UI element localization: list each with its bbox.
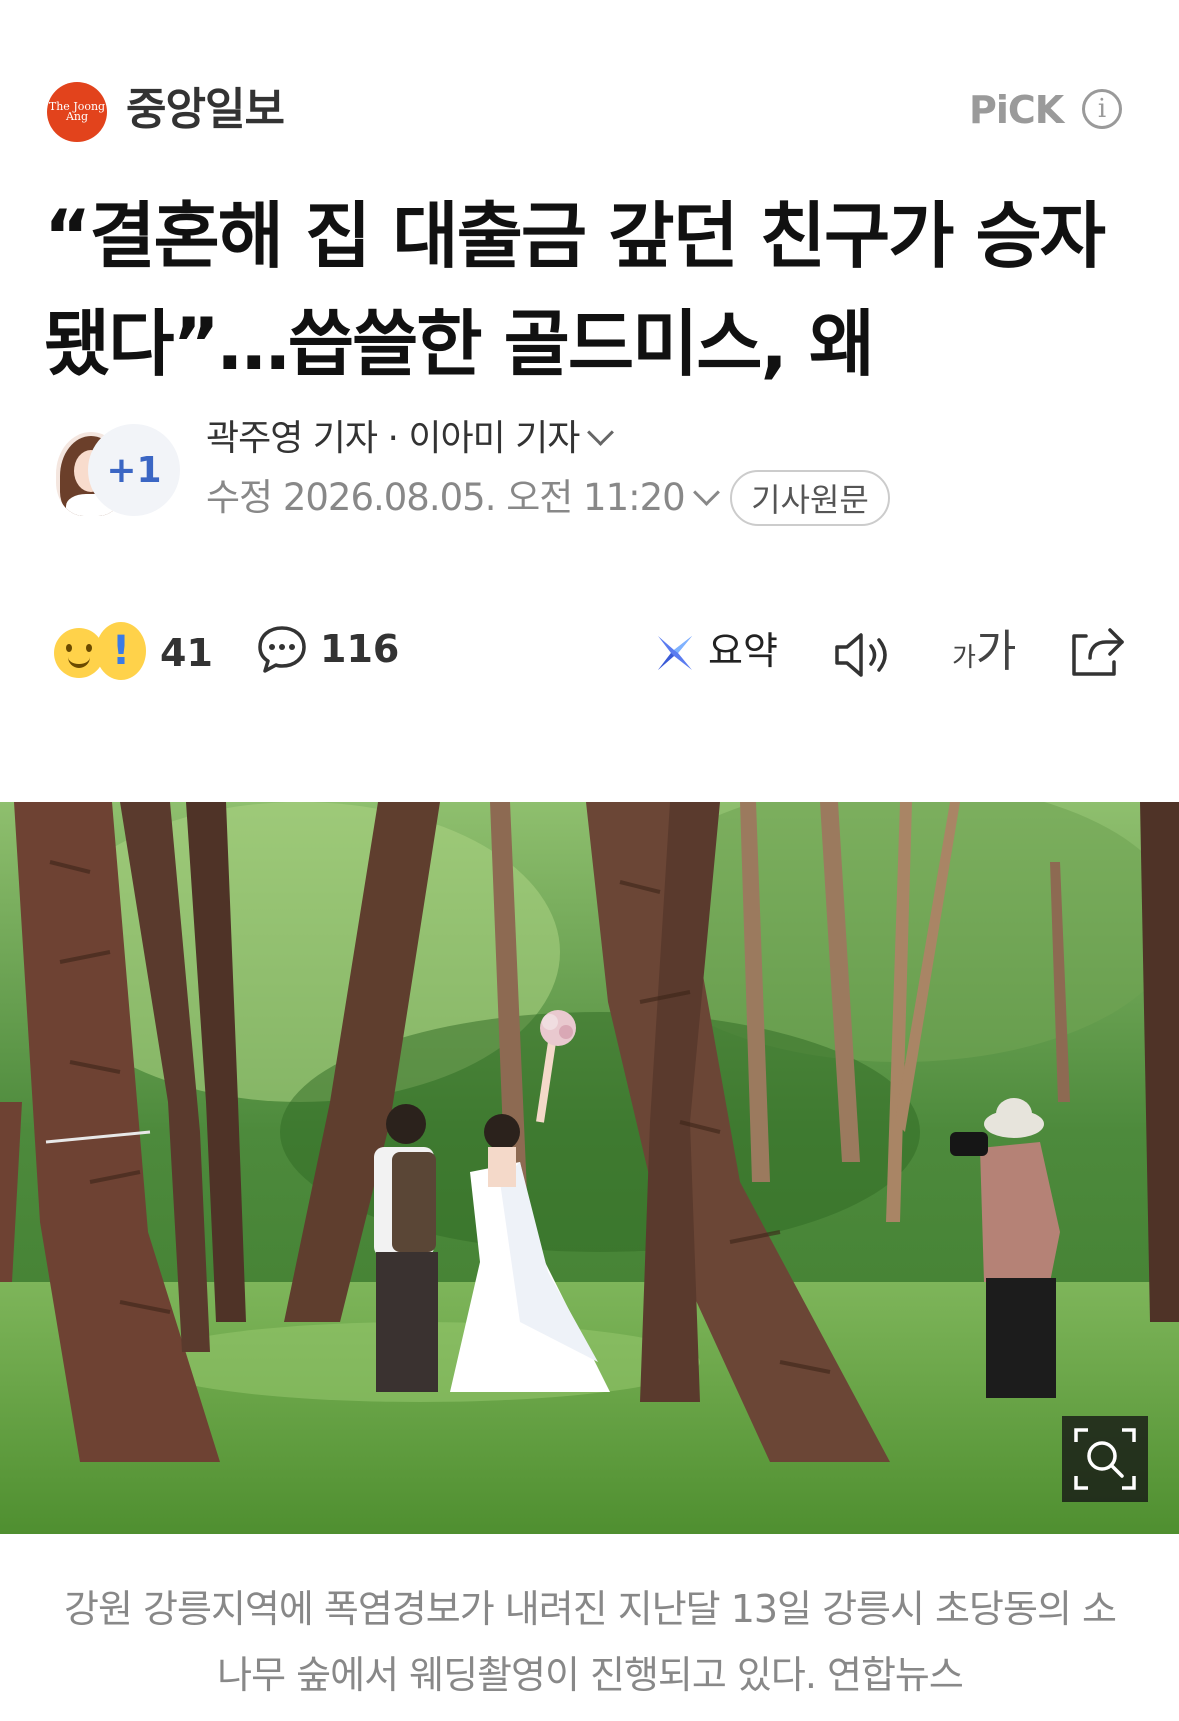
chevron-down-icon[interactable] xyxy=(692,479,720,506)
font-small-glyph: 가 xyxy=(952,643,976,673)
reaction-icon[interactable] xyxy=(54,628,104,678)
pick-badge: PiCK xyxy=(969,88,1064,132)
font-size-icon[interactable]: 가가 xyxy=(952,624,1016,689)
comment-icon[interactable] xyxy=(256,624,308,676)
modified-date-text: 수정 2026.08.05. 오전 11:20 xyxy=(206,476,686,519)
reporter-names[interactable]: 곽주영 기자 · 이아미 기자 xyxy=(206,414,615,464)
zoom-icon xyxy=(1074,1428,1136,1490)
reaction-count[interactable]: 41 xyxy=(160,628,213,678)
article-headline: “결혼해 집 대출금 갚던 친구가 승자됐다”…씁쓸한 골드미스, 왜 xyxy=(44,194,1106,386)
summary-icon[interactable] xyxy=(654,632,696,674)
modified-date[interactable]: 수정 2026.08.05. 오전 11:20 xyxy=(206,472,720,524)
article-photo[interactable] xyxy=(0,802,1179,1534)
tts-speaker-icon[interactable] xyxy=(833,631,895,679)
original-article-button[interactable]: 기사원문 xyxy=(730,470,890,526)
font-large-glyph: 가 xyxy=(975,626,1017,677)
comment-count[interactable]: 116 xyxy=(320,624,399,674)
press-logo[interactable]: The Joong Ang xyxy=(47,82,107,142)
zoom-button[interactable] xyxy=(1062,1416,1148,1502)
reporter-names-text[interactable]: 곽주영 기자 · 이아미 기자 xyxy=(206,418,580,459)
photo-caption: 강원 강릉지역에 폭염경보가 내려진 지난달 13일 강릉시 초당동의 소나무 … xyxy=(64,1587,1117,1697)
press-name[interactable]: 중앙일보 xyxy=(126,80,285,140)
summary-label[interactable]: 요약 xyxy=(708,626,778,676)
chevron-down-icon[interactable] xyxy=(587,419,615,446)
share-icon[interactable] xyxy=(1070,626,1126,678)
extra-reporters-badge[interactable]: +1 xyxy=(88,424,180,516)
info-icon[interactable]: i xyxy=(1082,89,1122,129)
